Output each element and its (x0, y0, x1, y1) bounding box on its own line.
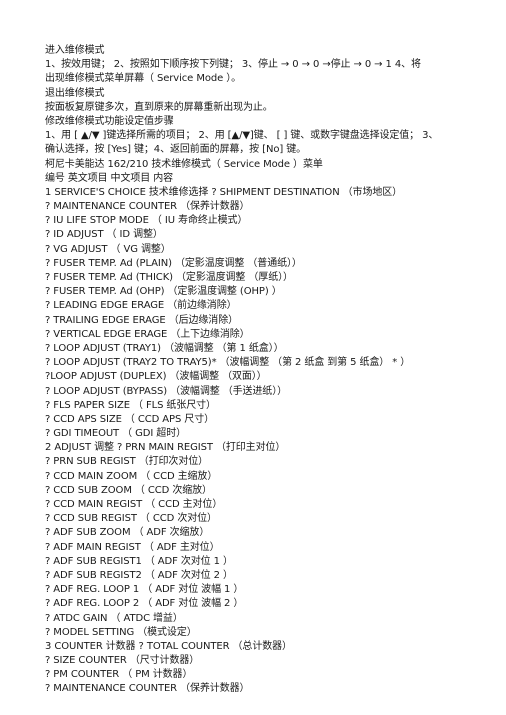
text-line: ? MODEL SETTING （模式设定） (45, 626, 197, 638)
text-line: 按面板复原键多次，直到原来的屏幕重新出现为止。 (45, 101, 273, 113)
text-line: ? CCD MAIN REGIST （ CCD 主对位） (45, 499, 223, 510)
text-line: 进入维修模式 (45, 45, 105, 56)
text-line: ? ADF SUB ZOOM （ ADF 次缩放） (45, 527, 210, 539)
text-line: ? LOOP ADJUST (TRAY1) （波幅调整 （第 1 纸盒）） (45, 342, 284, 354)
text-line: ? FUSER TEMP. Ad (THICK) （定影温度调整 （厚纸）） (45, 272, 293, 283)
text-line: 修改维修模式功能设定值步骤 (45, 115, 174, 127)
text-line: ? MAINTENANCE COUNTER （保养计数器） (45, 683, 250, 695)
text-line: ? ADF REG. LOOP 2 （ ADF 对位 波幅 2 ） (45, 598, 244, 610)
text-line: ? IU LIFE STOP MODE （ IU 寿命终止模式） (45, 215, 248, 227)
text-line: ? VERTICAL EDGE ERAGE （上下边缘消除） (45, 328, 250, 340)
text-line: ? CCD SUB ZOOM （ CCD 次缩放） (45, 484, 212, 496)
text-line: ? LOOP ADJUST (TRAY2 TO TRAY5)* （波幅调整 （第… (45, 357, 411, 369)
text-line: ? CCD MAIN ZOOM （ CCD 主缩放） (45, 470, 218, 482)
text-line: 确认选择，按 [Yes] 键；4、返回前面的屏幕，按 [No] 键。 (45, 144, 307, 156)
text-line: ? PRN SUB REGIST （打印次对位） (45, 456, 209, 468)
text-line: ? ADF SUB REGIST1 （ ADF 次对位 1 ） (45, 555, 233, 567)
text-line: ? ADF REG. LOOP 1 （ ADF 对位 波幅 1 ） (45, 584, 244, 596)
text-line: ? VG ADJUST （ VG 调整） (45, 243, 171, 255)
text-line: ? ATDC GAIN （ ATDC 增益） (45, 612, 183, 624)
text-line: ?LOOP ADJUST (DUPLEX) （波幅调整 （双面）） (45, 371, 267, 383)
text-line: ? GDI TIMEOUT （ GDI 超时） (45, 428, 187, 440)
text-line: ? CCD SUB REGIST （ CCD 次对位） (45, 513, 217, 525)
text-line: ? FUSER TEMP. Ad (PLAIN) （定影温度调整 （普通纸）） (45, 257, 302, 269)
text-line: 2 ADJUST 调整 ? PRN MAIN REGIST （打印主对位） (45, 442, 286, 454)
text-line: ? FUSER TEMP. Ad (OHP) （定影温度调整 (OHP) ） (45, 286, 282, 298)
text-line: ? SIZE COUNTER （尺寸计数器） (45, 655, 200, 667)
text-line: 出现维修模式菜单屏幕（ Service Mode ）。 (45, 73, 242, 85)
text-line: ? TRAILING EDGE ERAGE （后边缘消除） (45, 314, 238, 326)
text-line: 1、用 [ ▲/▼ ]键选择所需的项目； 2、用 [▲/▼]键、 [ ] 键、或… (45, 130, 439, 142)
text-line: 1、按效用键； 2、按照如下顺序按下列键； 3、停止 → 0 → 0 →停止 →… (45, 59, 421, 71)
text-line: ? LEADING EDGE ERAGE （前边缘消除） (45, 300, 237, 312)
text-line: ? PM COUNTER （ PM 计数器） (45, 669, 193, 681)
document-page: 进入维修模式 1、按效用键； 2、按照如下顺序按下列键； 3、停止 → 0 → 0… (45, 44, 465, 697)
text-line: ? ADF MAIN REGIST （ ADF 主对位） (45, 541, 220, 553)
text-line: ? MAINTENANCE COUNTER （保养计数器） (45, 201, 250, 213)
text-line: ? CCD APS SIZE （ CCD APS 尺寸） (45, 413, 214, 425)
text-line: 编号 英文项目 中文项目 内容 (45, 172, 174, 184)
text-line: ? FLS PAPER SIZE （ FLS 纸张尺寸） (45, 399, 216, 411)
text-line: ? LOOP ADJUST (BYPASS) （波幅调整 （手送进纸）） (45, 385, 288, 397)
text-line: 柯尼卡美能达 162/210 技术维修模式（ Service Mode ）菜单 (45, 158, 323, 170)
text-line: 3 COUNTER 计数器 ? TOTAL COUNTER （总计数器） (45, 640, 292, 652)
text-line: 1 SERVICE'S CHOICE 技术维修选择 ? SHIPMENT DES… (45, 186, 403, 198)
text-line: 退出维修模式 (45, 87, 105, 99)
text-line: ? ID ADJUST （ ID 调整） (45, 229, 163, 241)
text-line: ? ADF SUB REGIST2 （ ADF 次对位 2 ） (45, 569, 233, 581)
